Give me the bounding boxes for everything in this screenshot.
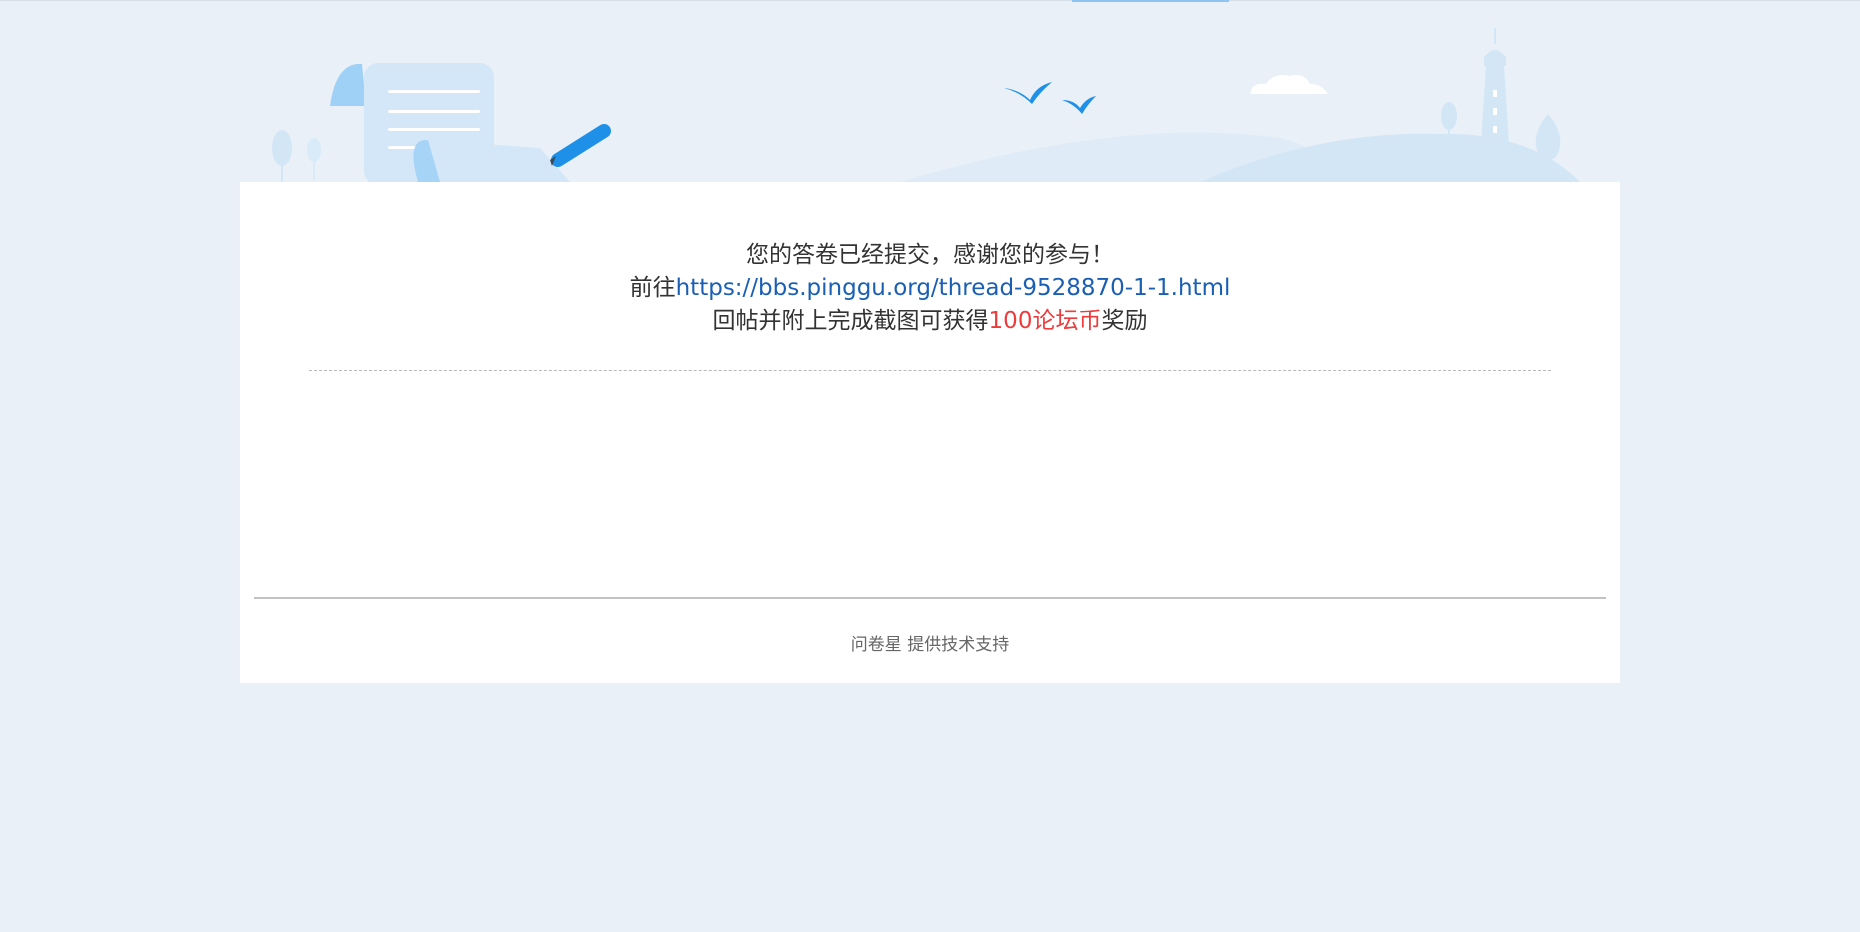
tree-left-icon — [272, 130, 321, 182]
lighthouse-icon — [1480, 28, 1510, 160]
completion-message: 您的答卷已经提交，感谢您的参与！ 前往https://bbs.pinggu.or… — [240, 239, 1620, 338]
reward-amount: 100论坛币 — [988, 308, 1102, 334]
brand-name: 问卷星 — [850, 635, 902, 655]
document-scroll-icon — [330, 63, 570, 182]
dashed-divider — [309, 370, 1551, 371]
redirect-prefix: 前往 — [629, 275, 676, 301]
reward-suffix: 奖励 — [1101, 308, 1148, 334]
footer-divider — [254, 597, 1606, 599]
footer: 问卷星 提供技术支持 — [240, 630, 1620, 655]
support-text: 提供技术支持 — [907, 635, 1010, 655]
reward-line: 回帖并附上完成截图可获得100论坛币奖励 — [240, 305, 1620, 338]
thanks-text: 您的答卷已经提交，感谢您的参与！ — [746, 242, 1114, 268]
reward-prefix: 回帖并附上完成截图可获得 — [712, 308, 989, 334]
forum-thread-link[interactable]: https://bbs.pinggu.org/thread-9528870-1-… — [676, 275, 1231, 301]
pen-icon — [550, 124, 611, 167]
redirect-line: 前往https://bbs.pinggu.org/thread-9528870-… — [240, 272, 1620, 305]
birds-icon — [1004, 82, 1096, 114]
header-illustration — [272, 28, 1580, 182]
hills-illustration — [900, 132, 1580, 182]
cloud-icon — [1250, 75, 1328, 94]
result-card: 您的答卷已经提交，感谢您的参与！ 前往https://bbs.pinggu.or… — [240, 182, 1620, 683]
